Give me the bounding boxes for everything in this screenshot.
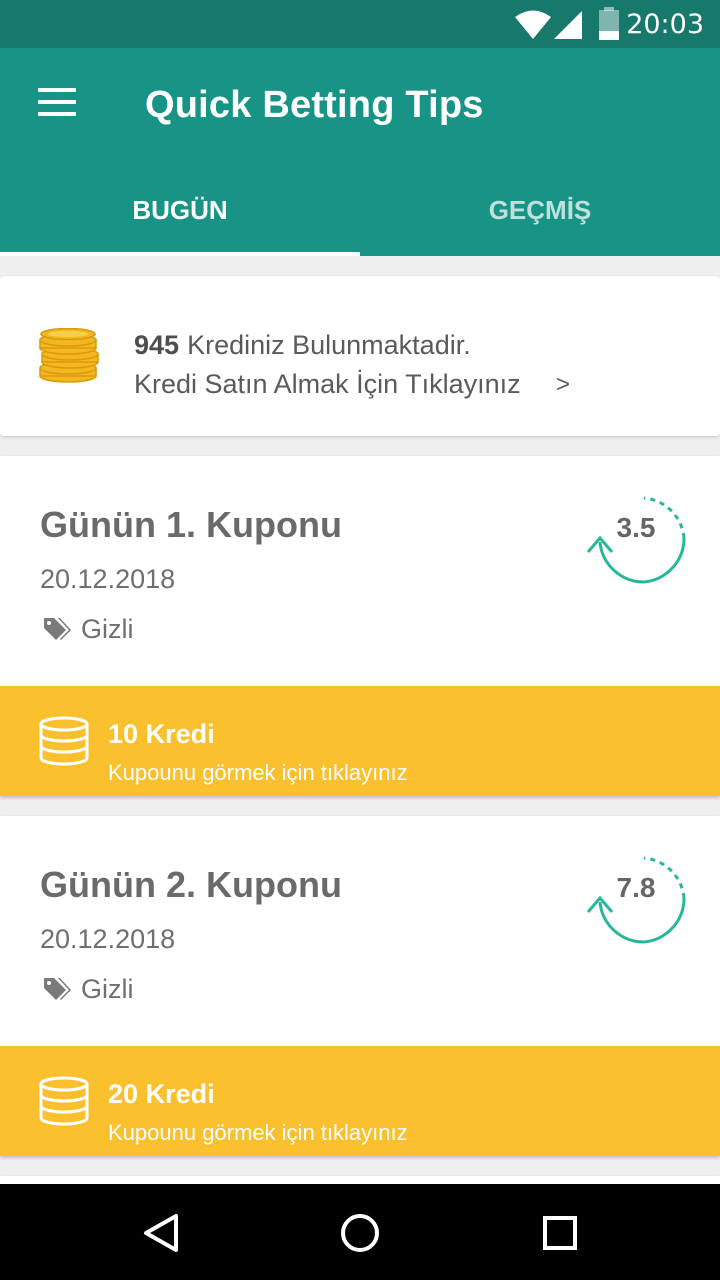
coupon-card-1[interactable]: Günün 1. Kuponu 20.12.2018 Gizli 3.5 <box>0 456 720 686</box>
wifi-icon <box>515 10 551 39</box>
hamburger-menu-icon[interactable] <box>30 82 82 126</box>
odds-indicator: 3.5 <box>580 494 688 586</box>
unlock-coupon-button-2[interactable]: 20 Kredi Kupounu görmek için tıklayınız <box>0 1046 720 1156</box>
gold-coins-icon <box>39 328 99 383</box>
credit-balance-label: Krediniz Bulunmaktadir. <box>187 330 471 360</box>
coupon-date: 20.12.2018 <box>40 564 176 594</box>
status-time: 20:03 <box>626 9 704 40</box>
coupon-title: Günün 1. Kuponu <box>40 504 342 545</box>
white-coins-icon <box>39 716 89 766</box>
coupon-price-unit: Kredi <box>145 1079 215 1109</box>
tab-label: GEÇMİŞ <box>488 195 592 225</box>
tab-indicator <box>0 252 360 256</box>
coupon-status-text: Gizli <box>81 974 134 1004</box>
coupon-card-2[interactable]: Günün 2. Kuponu 20.12.2018 Gizli 7.8 <box>0 816 720 1046</box>
credit-balance-text: 945 Krediniz Bulunmaktadir. <box>134 330 471 361</box>
white-coins-icon <box>39 1076 89 1126</box>
coupon-price-unit: Kredi <box>145 719 215 749</box>
app-title: Quick Betting Tips <box>145 84 484 126</box>
odds-value: 7.8 <box>616 872 656 903</box>
home-icon[interactable] <box>330 1208 390 1258</box>
tab-bugun[interactable]: BUGÜN <box>0 188 360 256</box>
chevron-right-icon: > <box>556 371 571 398</box>
tab-gecmis[interactable]: GEÇMİŞ <box>360 188 720 256</box>
coupon-price: 10 Kredi <box>108 719 215 750</box>
battery-icon <box>599 7 619 40</box>
coupon-date: 20.12.2018 <box>40 924 176 954</box>
status-bar: 20:03 <box>0 0 720 48</box>
coupon-cta: Kupounu görmek için tıklayınız <box>108 1120 408 1145</box>
unlock-coupon-button-1[interactable]: 10 Kredi Kupounu görmek için tıklayınız <box>0 686 720 796</box>
coupon-price-amount: 20 <box>108 1079 139 1109</box>
recents-icon[interactable] <box>530 1208 590 1258</box>
odds-indicator: 7.8 <box>580 854 688 946</box>
tag-icon <box>44 978 71 1000</box>
credit-balance-card[interactable]: 945 Krediniz Bulunmaktadir. Kredi Satın A… <box>0 276 720 436</box>
signal-icon <box>554 11 582 39</box>
coupon-title: Günün 2. Kuponu <box>40 864 342 905</box>
app-bar: Quick Betting Tips BUGÜN GEÇMİŞ <box>0 48 720 256</box>
credit-amount: 945 <box>134 330 180 360</box>
odds-value: 3.5 <box>616 512 656 543</box>
coupon-price: 20 Kredi <box>108 1079 215 1110</box>
tag-icon <box>44 618 71 640</box>
buy-credit-link[interactable]: Kredi Satın Almak İçin Tıklayınız <box>134 369 521 400</box>
tab-label: BUGÜN <box>132 195 228 225</box>
back-icon[interactable] <box>130 1208 190 1258</box>
system-nav-bar <box>0 1184 720 1280</box>
coupon-cta: Kupounu görmek için tıklayınız <box>108 760 408 785</box>
coupon-status-text: Gizli <box>81 614 134 644</box>
coupon-price-amount: 10 <box>108 719 139 749</box>
